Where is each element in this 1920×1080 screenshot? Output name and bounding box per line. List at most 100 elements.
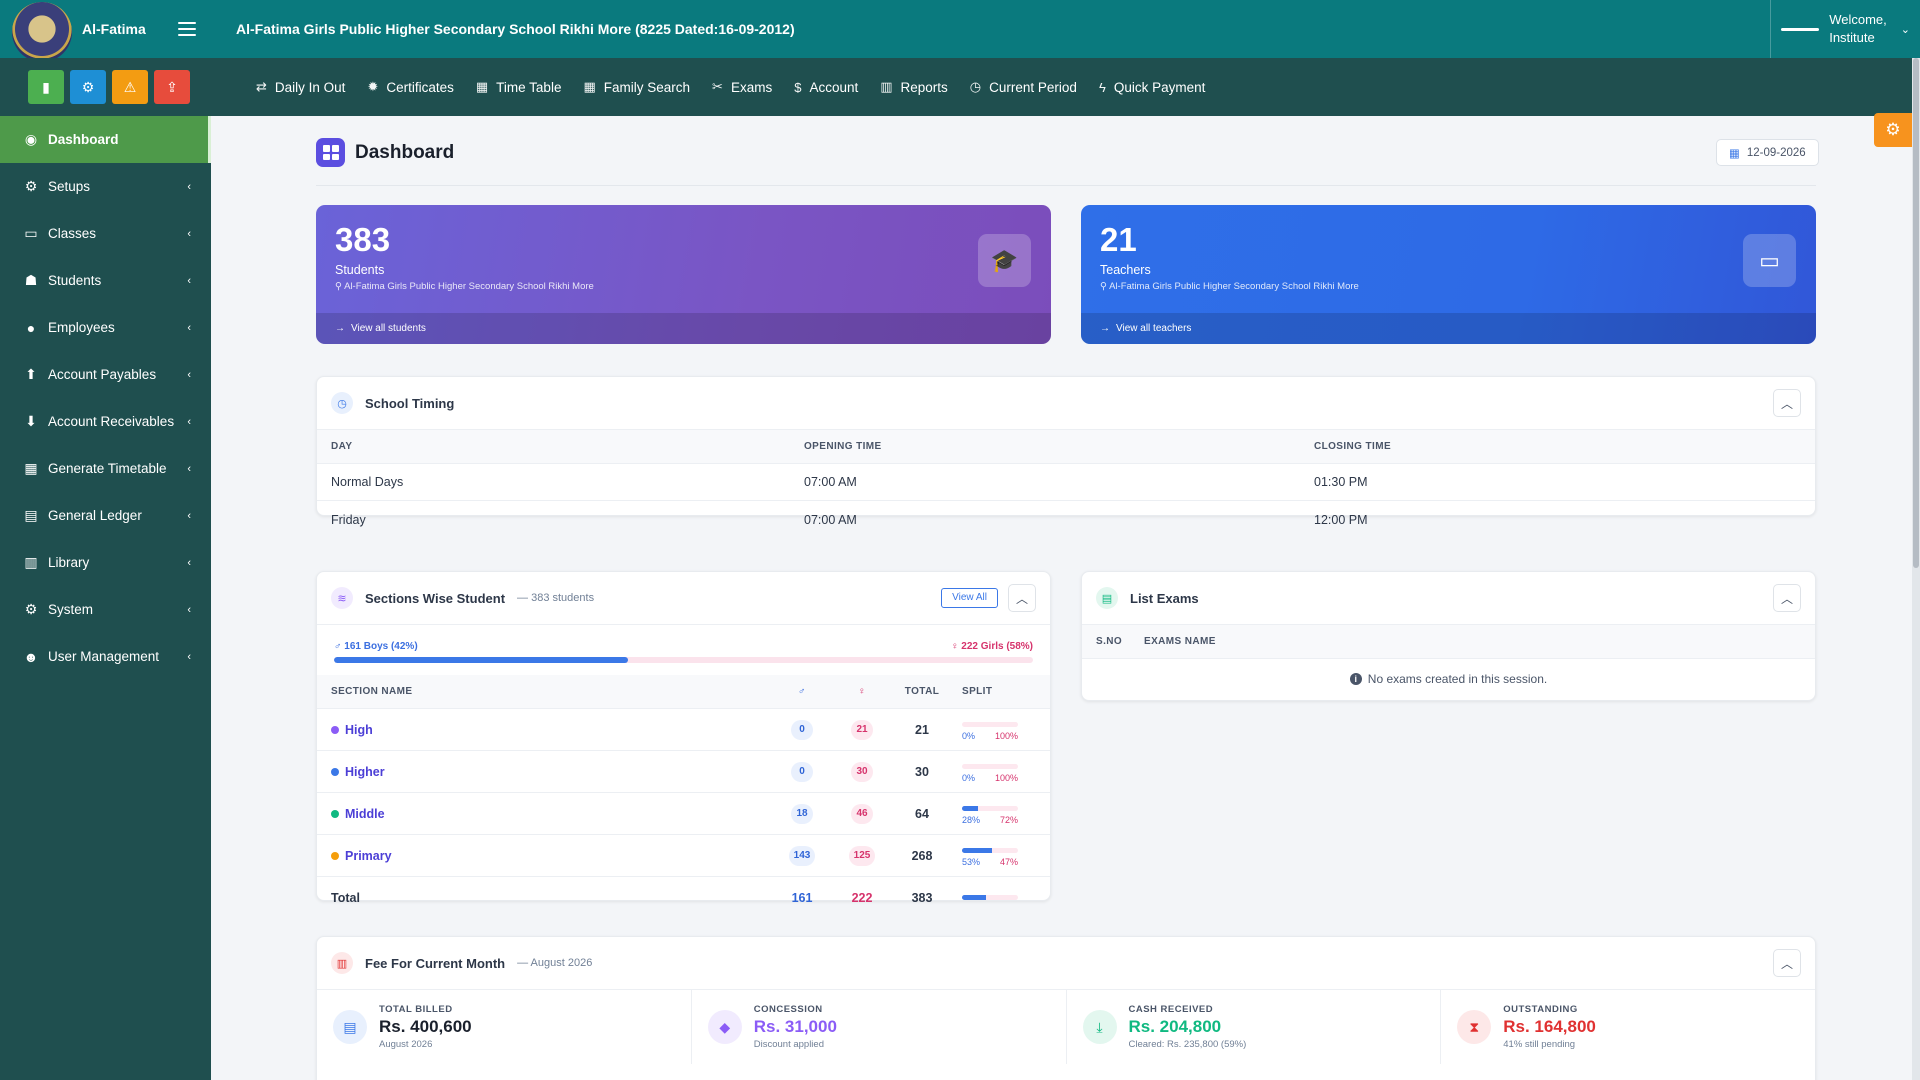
sidebar-item-account-receivables[interactable]: ⬇ Account Receivables ‹ [0,398,211,445]
dollar-icon: $ [794,79,802,95]
page-scrollbar[interactable] [1912,58,1920,1080]
sidebar-item-library[interactable]: ▥ Library ‹ [0,539,211,586]
nav-item-certificates[interactable]: ✹ Certificates [367,79,453,95]
warning-icon[interactable]: ⚠ [112,70,148,104]
boys-count: 18 [791,803,813,824]
dashboard-grid-icon [316,138,345,167]
split-mini-bar: 53% 47% [962,843,1018,869]
section-link[interactable]: High [345,723,373,737]
chevron-down-icon[interactable]: ⌄ [1901,23,1910,36]
quick-actions: ▮ ⚙ ⚠ ⇪ [0,70,210,104]
date-picker[interactable]: ▦ 12-09-2026 [1716,139,1819,166]
sidebar-item-label: Students [48,273,102,288]
clock-icon: ◷ [969,79,982,94]
section-link[interactable]: Primary [345,849,392,863]
current-date: 12-09-2026 [1746,146,1806,159]
graduate-icon: 🎓 [978,234,1031,287]
arrow-down-circle-icon: ⬇ [25,413,37,429]
map-pin-icon: ⚲ [335,281,342,292]
collapse-button[interactable]: ︿ [1773,389,1801,417]
chevron-left-icon: ‹ [187,415,191,428]
collapse-button[interactable]: ︿ [1008,584,1036,612]
page-title: Dashboard [355,141,455,163]
sidebar-item-label: User Management [48,649,160,664]
view-all-button[interactable]: View All [941,588,998,608]
arrow-up-circle-icon: ⬆ [25,366,37,382]
sidebar-item-classes[interactable]: ▭ Classes ‹ [0,210,211,257]
nav-item-account[interactable]: $ Account [794,80,858,95]
layers-icon: ≋ [331,587,353,609]
fee-label: TOTAL BILLED [379,1004,453,1015]
sidebar-item-employees[interactable]: ● Employees ‹ [0,304,211,351]
cogs-icon[interactable]: ⚙ [70,70,106,104]
sidebar-item-account-payables[interactable]: ⬆ Account Payables ‹ [0,351,211,398]
table-row: Primary 143 125 268 53% 47% [317,835,1050,877]
card-title: School Timing [365,395,455,411]
calendar-icon: ▦ [1729,147,1740,160]
nav-item-current-period[interactable]: ◷ Current Period [970,79,1077,95]
nav-item-exams[interactable]: ✂ Exams [712,79,772,95]
section-color-dot [331,767,339,776]
total-split-bar [962,893,1018,903]
collapse-button[interactable]: ︿ [1773,584,1801,612]
view-all-teachers-link[interactable]: → View all teachers [1081,313,1816,344]
top-header: Al-Fatima Al-Fatima Girls Public Higher … [0,0,1920,62]
sidebar-item-label: Dashboard [48,132,119,147]
boys-percent: 0% [962,730,976,741]
girls-count: 46 [851,803,873,824]
split-mini-bar: 0% 100% [962,759,1018,785]
sidebar-item-system[interactable]: ⚙ System ‹ [0,586,211,633]
sidebar-item-label: Classes [48,226,97,241]
fee-stat-outstanding: ⧗ OUTSTANDING Rs. 164,800 41% still pending [1441,990,1815,1064]
fee-note: 41% still pending [1503,1039,1576,1050]
signal-bars-icon[interactable]: ▮ [28,70,64,104]
nav-item-quick-payment[interactable]: ϟ Quick Payment [1099,80,1205,95]
sidebar-item-students[interactable]: ☗ Students ‹ [0,257,211,304]
card-title: List Exams [1130,590,1199,606]
section-link[interactable]: Higher [345,765,385,779]
fee-note: August 2026 [379,1039,433,1050]
sidebar-item-label: Generate Timetable [48,461,167,476]
boys-percent: 53% [962,856,981,867]
upload-icon[interactable]: ⇪ [154,70,190,104]
boys-percent: 0% [962,772,976,783]
laptop-icon: ▭ [24,225,38,241]
sidebar-item-setups[interactable]: ⚙ Setups ‹ [0,163,211,210]
fee-value: Rs. 31,000 [753,1017,837,1036]
section-link[interactable]: Middle [345,807,385,821]
tag-icon: ◆ [707,1010,742,1044]
sidebar-item-dashboard[interactable]: ◉ Dashboard [0,116,211,163]
welcome-label: Welcome, [1829,12,1887,27]
chevron-left-icon: ‹ [187,180,191,193]
settings-gear-icon[interactable]: ⚙ [1874,113,1912,147]
table-row: Middle 18 46 64 28% 72% [317,793,1050,835]
tools-icon: ✂ [712,79,723,94]
nav-item-reports[interactable]: ▥ Reports [880,79,948,95]
menu-toggle-icon[interactable] [178,22,196,36]
fee-current-month-card: ▥ Fee For Current Month — August 2026 ︿ … [316,936,1816,1080]
fee-stat-cash-received: ⤓ CASH RECEIVED Rs. 204,800 Cleared: Rs. 23… [1067,990,1442,1064]
boys-count: 143 [788,845,816,866]
sidebar-item-generate-timetable[interactable]: ▦ Generate Timetable ‹ [0,445,211,492]
top-nav: ⇄ Daily In Out ✹ Certificates ▦ Time Table ▦ Fa… [256,79,1205,95]
sidebar-item-user-management[interactable]: ☻ User Management ‹ [0,633,211,680]
sidebar-item-general-ledger[interactable]: ▤ General Ledger ‹ [0,492,211,539]
exchange-icon: ⇄ [256,79,267,94]
girls-count: 21 [851,719,873,740]
nav-item-time-table[interactable]: ▦ Time Table [476,79,562,95]
fee-value: Rs. 204,800 [1128,1017,1222,1036]
nav-item-daily-in-out[interactable]: ⇄ Daily In Out [256,79,345,95]
girls-percent: 47% [999,856,1018,867]
hand-money-icon: ⤓ [1082,1010,1117,1044]
view-all-students-link[interactable]: → View all students [316,313,1051,344]
collapse-button[interactable]: ︿ [1773,949,1801,977]
chevron-left-icon: ‹ [187,227,191,240]
fee-label: OUTSTANDING [1503,1004,1578,1015]
top-navbar: ▮ ⚙ ⚠ ⇪ ⇄ Daily In Out ✹ Certificates ▦ Time Tab… [0,58,1920,116]
bolt-icon: ϟ [1098,79,1106,95]
sidebar: ◉ Dashboard ⚙ Setups ‹ ▭ Classes ‹ ☗ Students ‹ ● Em… [0,116,211,1080]
chevron-left-icon: ‹ [187,603,191,616]
user-menu[interactable]: Welcome, Institute ⌄ [1770,0,1920,58]
teachers-location: Al-Fatima Girls Public Higher Secondary … [1109,281,1359,292]
nav-item-family-search[interactable]: ▦ Family Search [583,79,690,95]
